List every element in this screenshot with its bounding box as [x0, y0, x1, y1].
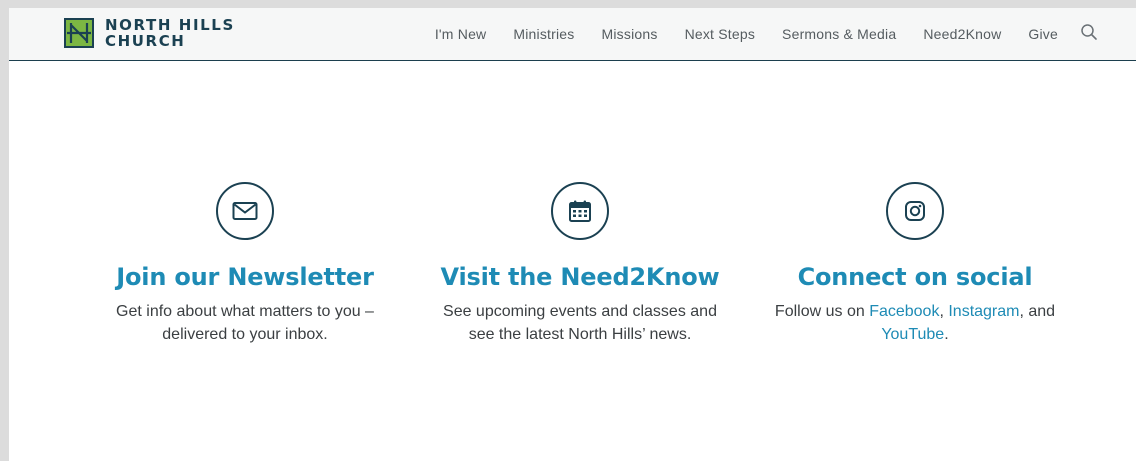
calendar-icon[interactable]	[551, 182, 609, 240]
feature-title[interactable]: Join our Newsletter	[80, 263, 410, 291]
logo-line-1: NORTH HILLS	[105, 16, 235, 34]
feature-title[interactable]: Visit the Need2Know	[415, 263, 745, 291]
feature-desc-line: delivered to your inbox.	[162, 326, 328, 343]
logo-line-2: CHURCH	[105, 32, 186, 50]
nav-item-ministries[interactable]: Ministries	[513, 26, 574, 42]
nav-item-next-steps[interactable]: Next Steps	[685, 26, 755, 42]
feature-desc-text: , and	[1019, 303, 1056, 320]
facebook-link[interactable]: Facebook	[869, 303, 939, 320]
site-logo[interactable]: NORTH HILLS CHURCH	[64, 17, 235, 49]
feature-desc-text: ,	[939, 303, 949, 320]
feature-desc-text: .	[944, 326, 949, 343]
feature-desc-line: Get info about what matters to you –	[116, 303, 374, 320]
nav-item-need2know[interactable]: Need2Know	[923, 26, 1001, 42]
instagram-icon[interactable]	[886, 182, 944, 240]
page: NORTH HILLS CHURCH I'm New Ministries Mi…	[9, 8, 1136, 461]
feature-desc-line: see the latest North Hills’ news.	[468, 326, 692, 343]
envelope-icon[interactable]	[216, 182, 274, 240]
feature-desc-line: See upcoming events and classes and	[443, 303, 717, 320]
nav-item-im-new[interactable]: I'm New	[435, 26, 487, 42]
logo-wordmark: NORTH HILLS CHURCH	[105, 17, 235, 49]
nav-item-sermons-media[interactable]: Sermons & Media	[782, 26, 896, 42]
feature-description: See upcoming events and classes and see …	[415, 300, 745, 346]
instagram-link[interactable]: Instagram	[948, 303, 1019, 320]
nav-item-give[interactable]: Give	[1028, 26, 1058, 42]
feature-description: Follow us on Facebook, Instagram, and Yo…	[750, 300, 1080, 346]
feature-desc-text: Follow us on	[774, 303, 870, 320]
nav-item-missions[interactable]: Missions	[602, 26, 658, 42]
search-icon[interactable]	[1080, 23, 1098, 41]
logo-mark-icon	[64, 18, 94, 48]
feature-title[interactable]: Connect on social	[750, 263, 1080, 291]
youtube-link[interactable]: YouTube	[881, 326, 944, 343]
feature-section: Join our Newsletter Get info about what …	[9, 60, 1136, 461]
site-header: NORTH HILLS CHURCH I'm New Ministries Mi…	[9, 8, 1136, 61]
feature-description: Get info about what matters to you – del…	[80, 300, 410, 346]
main-nav: I'm New Ministries Missions Next Steps S…	[408, 8, 1098, 60]
